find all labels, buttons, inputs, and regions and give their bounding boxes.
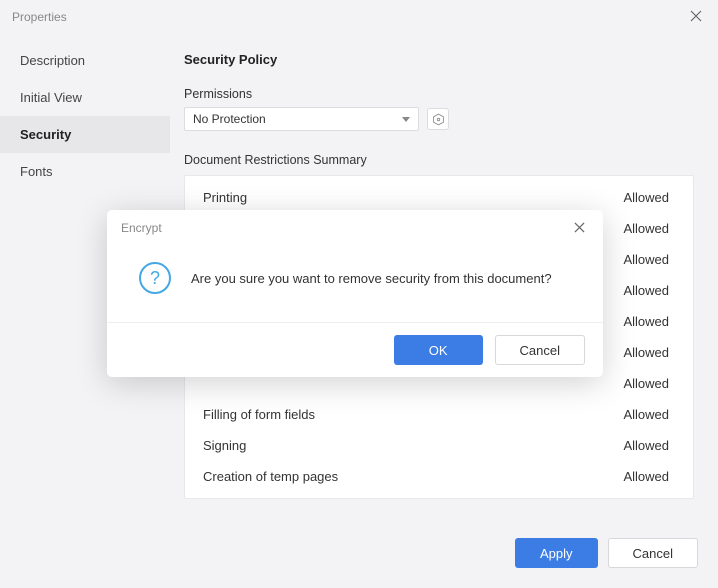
dialog-close-icon[interactable] (570, 216, 589, 241)
apply-button[interactable]: Apply (515, 538, 598, 568)
table-row: Printing Allowed (185, 182, 693, 213)
dialog-message: Are you sure you want to remove security… (191, 271, 552, 286)
section-heading: Security Policy (184, 52, 694, 67)
restriction-value: Allowed (623, 345, 669, 360)
permissions-select-value: No Protection (193, 112, 266, 126)
restriction-value: Allowed (623, 252, 669, 267)
window-header: Properties (0, 0, 718, 34)
sidebar-item-label: Fonts (20, 164, 53, 179)
sidebar-item-fonts[interactable]: Fonts (0, 153, 170, 190)
permissions-label: Permissions (184, 87, 694, 101)
dialog-title: Encrypt (121, 221, 162, 235)
restriction-value: Allowed (623, 376, 669, 391)
table-row: Creation of temp pages Allowed (185, 461, 693, 492)
restriction-label: Filling of form fields (203, 407, 315, 422)
question-icon: ? (139, 262, 171, 294)
sidebar-item-security[interactable]: Security (0, 116, 170, 153)
table-row: Filling of form fields Allowed (185, 399, 693, 430)
restriction-value: Allowed (623, 283, 669, 298)
sidebar-item-label: Description (20, 53, 85, 68)
summary-label: Document Restrictions Summary (184, 153, 694, 167)
confirm-dialog: Encrypt ? Are you sure you want to remov… (107, 210, 603, 377)
restriction-value: Allowed (623, 221, 669, 236)
restriction-value: Allowed (623, 438, 669, 453)
permissions-select[interactable]: No Protection (184, 107, 419, 131)
dialog-footer: Apply Cancel (0, 518, 718, 588)
chevron-down-icon (402, 117, 410, 122)
sidebar-item-description[interactable]: Description (0, 42, 170, 79)
restriction-value: Allowed (623, 314, 669, 329)
restriction-value: Allowed (623, 190, 669, 205)
restriction-label: Creation of temp pages (203, 469, 338, 484)
restriction-label: Printing (203, 190, 247, 205)
window-title: Properties (12, 10, 67, 24)
table-row: Signing Allowed (185, 430, 693, 461)
restriction-value: Allowed (623, 469, 669, 484)
restriction-value: Allowed (623, 407, 669, 422)
close-icon[interactable] (686, 5, 706, 30)
restriction-label: Signing (203, 438, 246, 453)
settings-icon (432, 113, 445, 126)
sidebar-item-label: Initial View (20, 90, 82, 105)
dialog-cancel-button[interactable]: Cancel (495, 335, 585, 365)
sidebar-item-label: Security (20, 127, 71, 142)
security-settings-button[interactable] (427, 108, 449, 130)
cancel-button[interactable]: Cancel (608, 538, 698, 568)
ok-button[interactable]: OK (394, 335, 483, 365)
sidebar-item-initial-view[interactable]: Initial View (0, 79, 170, 116)
